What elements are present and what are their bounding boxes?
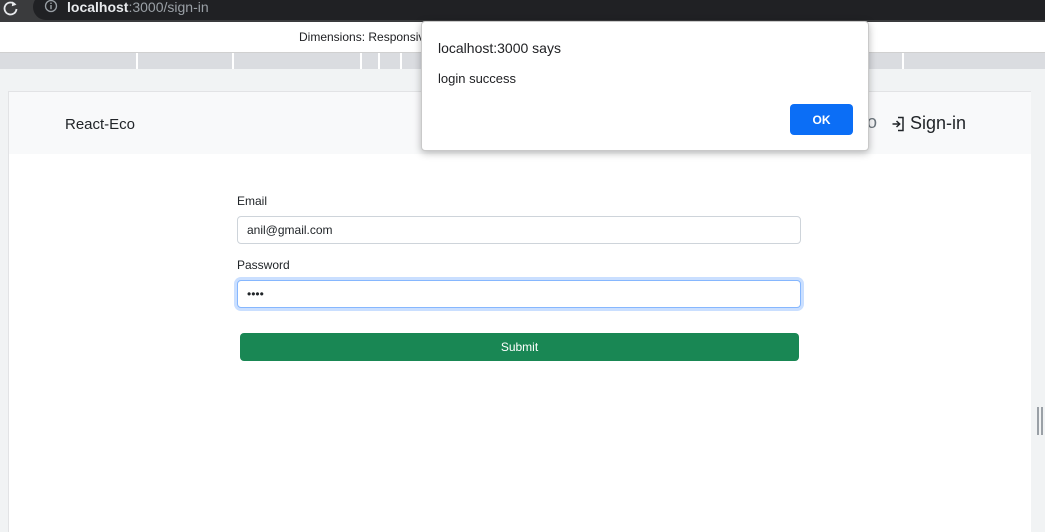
- media-divider: [378, 53, 380, 69]
- url-host: localhost: [67, 0, 129, 15]
- sign-in-label: Sign-in: [910, 113, 967, 133]
- email-field[interactable]: [237, 216, 801, 244]
- url-path: :3000/sign-in: [128, 0, 209, 15]
- dimensions-dropdown[interactable]: Dimensions: Responsive: [299, 30, 431, 44]
- info-icon[interactable]: [44, 0, 58, 14]
- password-field[interactable]: [237, 280, 801, 308]
- media-divider: [232, 53, 234, 69]
- brand-logo[interactable]: React-Eco: [65, 116, 135, 133]
- browser-address-bar: localhost:3000/sign-in: [0, 0, 1045, 22]
- alert-dialog: localhost:3000 says login success OK: [421, 21, 869, 151]
- media-divider: [360, 53, 362, 69]
- reload-icon[interactable]: [2, 0, 20, 16]
- password-label: Password: [237, 258, 290, 272]
- media-divider: [400, 53, 402, 69]
- email-label: Email: [237, 194, 268, 208]
- viewport-resize-handle[interactable]: [1037, 407, 1043, 435]
- alert-message: login success: [438, 71, 517, 86]
- ok-button[interactable]: OK: [790, 104, 853, 135]
- sign-in-link[interactable]: Sign-in: [891, 113, 966, 134]
- submit-button[interactable]: Submit: [240, 333, 799, 361]
- media-divider: [902, 53, 904, 69]
- media-divider: [136, 53, 138, 69]
- sign-in-icon: [892, 116, 904, 131]
- url-text[interactable]: localhost:3000/sign-in: [67, 0, 209, 15]
- web-page: React-Eco o Sign-in Email Password Submi…: [8, 91, 1031, 532]
- screen: localhost:3000/sign-in Dimensions: Respo…: [0, 0, 1045, 532]
- alert-title: localhost:3000 says: [438, 40, 561, 56]
